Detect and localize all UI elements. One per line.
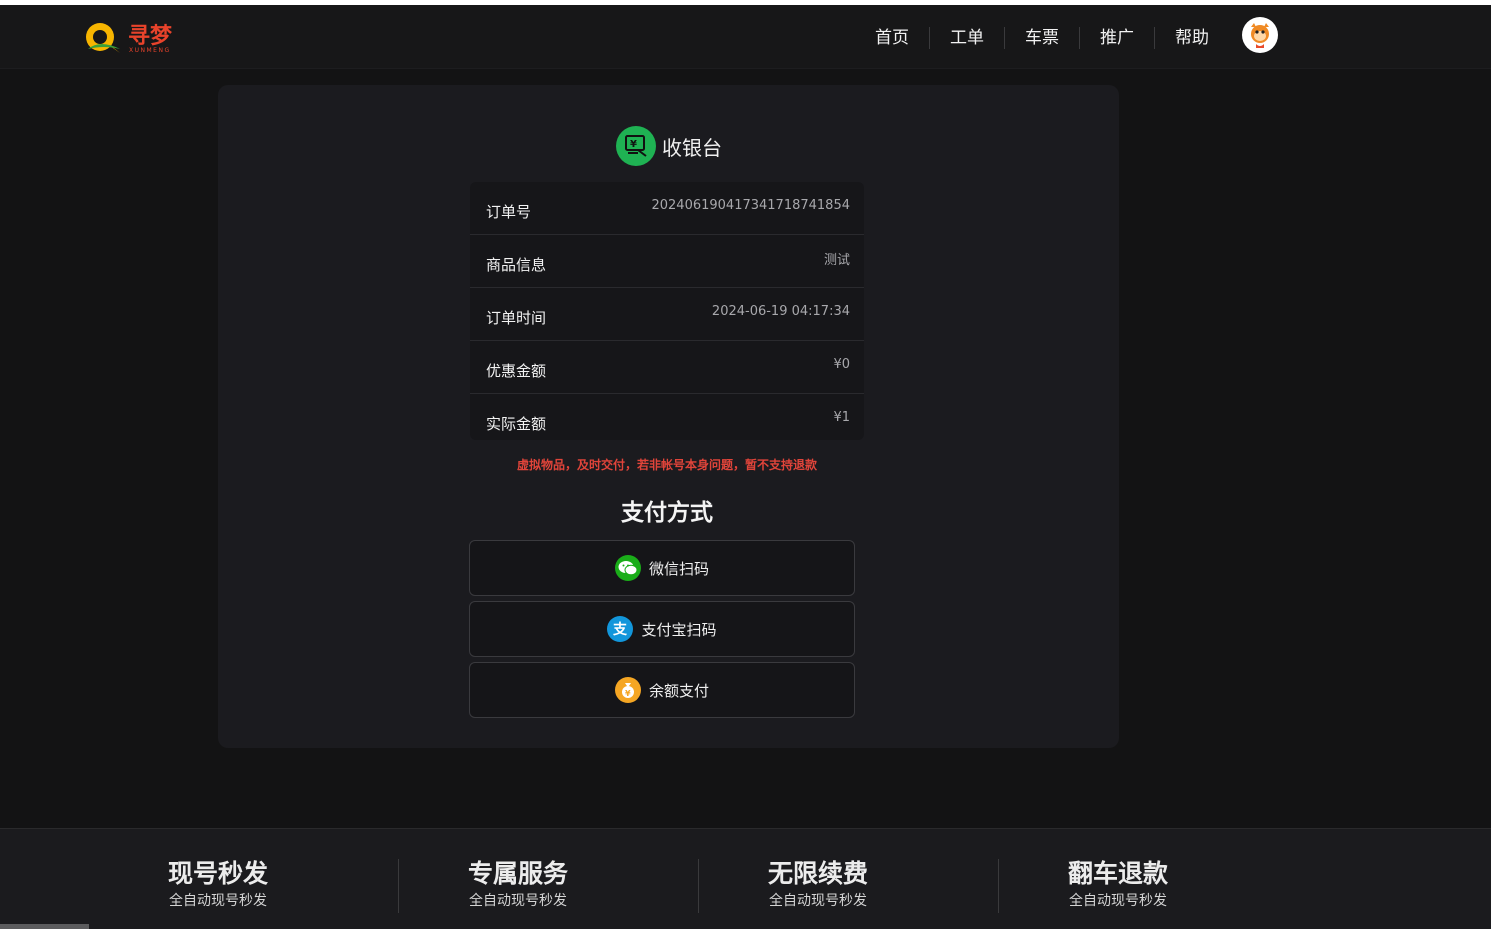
alipay-label: 支付宝扫码	[641, 620, 717, 639]
order-value: 测试	[823, 252, 850, 268]
order-info-table: 订单号 202406190417341718741854 商品信息 测试 订单时…	[470, 182, 864, 440]
order-row-time: 订单时间 2024-06-19 04:17:34	[470, 288, 864, 341]
wechat-icon	[614, 555, 641, 581]
svg-text:支: 支	[612, 621, 628, 638]
logo-text: 寻梦	[128, 23, 173, 49]
feature-title: 专属服务	[467, 859, 568, 888]
feature-instant-delivery: 现号秒发 全自动现号秒发	[68, 859, 368, 910]
site-logo[interactable]: 寻梦 XUNMENG	[80, 19, 192, 55]
nav-promotion[interactable]: 推广	[1079, 27, 1154, 49]
alipay-icon: 支	[607, 616, 634, 642]
nav-train-tickets[interactable]: 车票	[1004, 27, 1079, 49]
order-label: 优惠金额	[486, 361, 547, 380]
feature-title: 现号秒发	[167, 859, 268, 888]
refund-notice: 虚拟物品，及时交付，若非帐号本身问题，暂不支持退款	[516, 458, 817, 472]
nav-home[interactable]: 首页	[855, 27, 929, 49]
nav-tickets[interactable]: 工单	[929, 27, 1004, 49]
logo-subtext: XUNMENG	[129, 47, 171, 54]
order-row-id: 订单号 202406190417341718741854	[470, 182, 864, 235]
wechat-pay-label: 微信扫码	[648, 559, 709, 578]
feature-footer: 现号秒发 全自动现号秒发 专属服务 全自动现号秒发 无限续费 全自动现号秒发 翻…	[0, 828, 1491, 929]
cashier-header: ¥ 收银台	[616, 125, 722, 167]
feature-title: 无限续费	[767, 859, 868, 888]
feature-subtitle: 全自动现号秒发	[769, 893, 867, 909]
cartoon-avatar-icon	[1243, 18, 1277, 52]
feature-subtitle: 全自动现号秒发	[169, 893, 267, 909]
feature-subtitle: 全自动现号秒发	[1069, 893, 1167, 909]
main-nav: 首页 工单 车票 推广 帮助	[855, 25, 1229, 51]
order-label: 商品信息	[486, 255, 547, 274]
cashier-title: 收银台	[662, 135, 722, 160]
feature-unlimited-renewal: 无限续费 全自动现号秒发	[668, 859, 968, 910]
page-scrollbar[interactable]	[1491, 0, 1497, 929]
nav-help[interactable]: 帮助	[1154, 27, 1229, 49]
order-label: 实际金额	[486, 415, 547, 433]
order-row-actual-amount: 实际金额 ¥1	[470, 394, 864, 447]
feature-title: 翻车退款	[1067, 859, 1168, 888]
feature-refund: 翻车退款 全自动现号秒发	[968, 859, 1268, 910]
horizontal-scrollbar-thumb[interactable]	[0, 924, 89, 929]
svg-text:¥: ¥	[630, 139, 637, 150]
payment-method-title: 支付方式	[621, 500, 713, 526]
balance-pay-button[interactable]: ¥ 余额支付	[469, 662, 855, 718]
svg-text:¥: ¥	[625, 689, 631, 698]
wallet-coin-icon: ¥	[614, 677, 641, 703]
order-value: 202406190417341718741854	[651, 197, 850, 213]
cashier-yen-icon: ¥	[616, 126, 656, 166]
feature-exclusive-service: 专属服务 全自动现号秒发	[368, 859, 668, 910]
alipay-button[interactable]: 支 支付宝扫码	[469, 601, 855, 657]
user-avatar[interactable]	[1242, 17, 1278, 53]
order-value: ¥0	[833, 356, 850, 372]
order-value: 2024-06-19 04:17:34	[711, 303, 850, 319]
checkout-card: ¥ 收银台 订单号 202406190417341718741854 商品信息 …	[218, 85, 1119, 748]
order-row-product: 商品信息 测试	[470, 235, 864, 288]
order-label: 订单时间	[486, 308, 547, 327]
balance-pay-label: 余额支付	[648, 681, 709, 700]
order-row-discount: 优惠金额 ¥0	[470, 341, 864, 394]
feature-subtitle: 全自动现号秒发	[469, 893, 567, 909]
order-value: ¥1	[833, 410, 850, 425]
wechat-pay-button[interactable]: 微信扫码	[469, 540, 855, 596]
top-header: 寻梦 XUNMENG 首页 工单 车票 推广 帮助	[0, 5, 1491, 69]
order-label: 订单号	[486, 202, 532, 221]
